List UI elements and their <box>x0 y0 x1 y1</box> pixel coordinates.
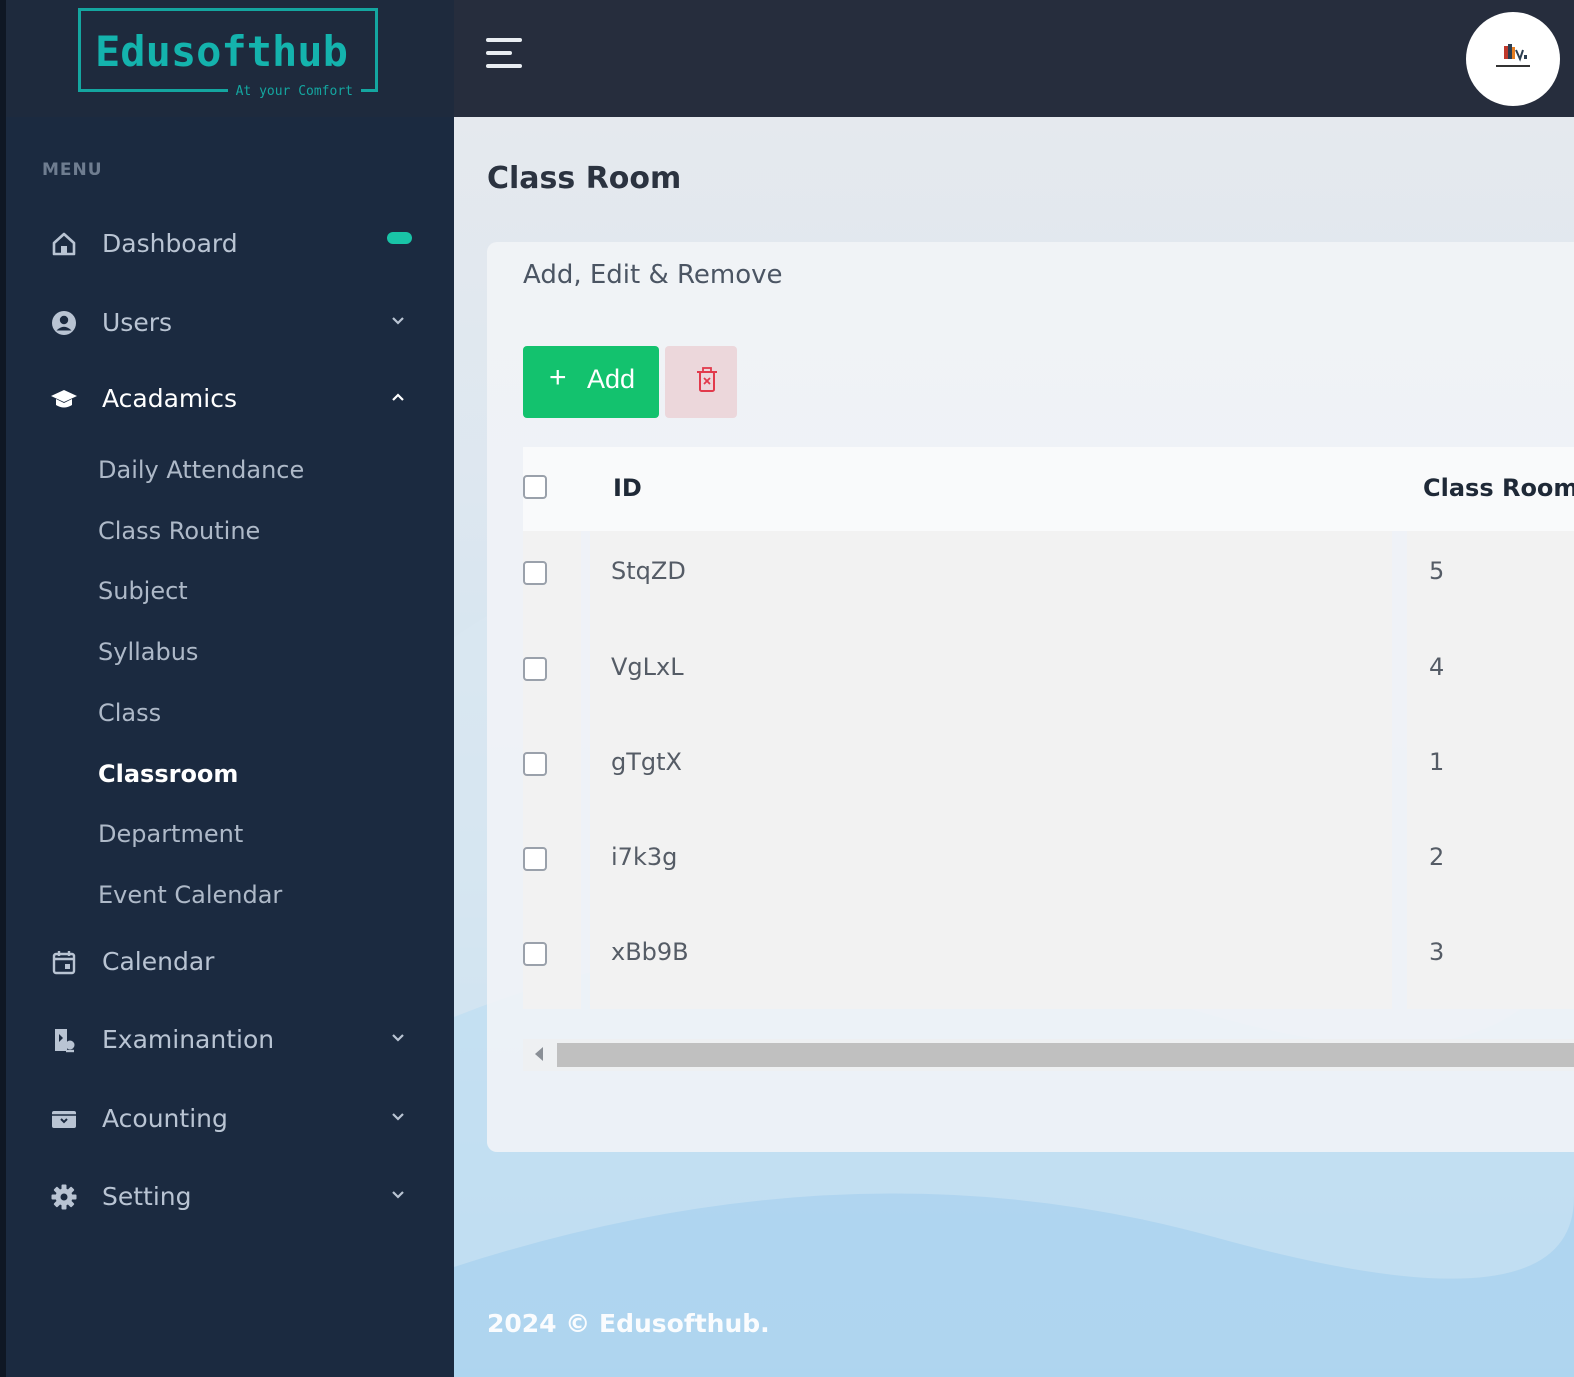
table-row[interactable]: StqZD 5 <box>523 529 1574 625</box>
select-all-checkbox[interactable] <box>523 475 547 499</box>
add-button-label: Add <box>587 364 636 394</box>
table-header: ID Class Room <box>523 447 1574 531</box>
page-title: Class Room <box>487 161 682 196</box>
cell-id: StqZD <box>611 557 686 585</box>
calendar-icon <box>52 951 76 975</box>
status-badge <box>387 232 412 244</box>
sidebar: Edusofthub At your Comfort MENU Dashboar… <box>6 0 454 1377</box>
gear-icon <box>51 1184 77 1210</box>
cell-classroom: 3 <box>1429 938 1445 966</box>
logo-tagline: At your Comfort <box>227 84 361 99</box>
sidebar-item-calendar[interactable]: Calendar <box>6 934 454 990</box>
sidebar-item-acadamics[interactable]: Acadamics <box>6 371 454 427</box>
table-row[interactable]: gTgtX 1 <box>523 720 1574 816</box>
sidebar-item-examinantion[interactable]: Examinantion <box>6 1012 454 1068</box>
sidebar-item-users[interactable]: Users <box>6 295 454 351</box>
sidebar-item-label: Calendar <box>102 947 215 976</box>
home-icon <box>52 232 76 256</box>
trash-icon <box>697 367 717 392</box>
sidebar-subitem-subject[interactable]: Subject <box>98 577 188 605</box>
row-checkbox[interactable] <box>523 657 547 681</box>
sidebar-subitem-event-calendar[interactable]: Event Calendar <box>98 881 282 909</box>
topbar <box>454 0 1574 117</box>
sidebar-subitem-daily-attendance[interactable]: Daily Attendance <box>98 456 304 484</box>
sidebar-subitem-class[interactable]: Class <box>98 699 161 727</box>
exam-icon <box>55 1029 75 1053</box>
plus-icon: + <box>549 361 567 394</box>
chevron-down-icon <box>392 1113 404 1121</box>
cell-id: gTgtX <box>611 748 682 776</box>
sidebar-item-acounting[interactable]: Acounting <box>6 1091 454 1147</box>
chevron-down-icon <box>392 1034 404 1042</box>
hamburger-menu-icon[interactable] <box>486 38 522 70</box>
sidebar-item-setting[interactable]: Setting <box>6 1169 454 1225</box>
chevron-down-icon <box>392 317 404 325</box>
table-row[interactable]: VgLxL 4 <box>523 625 1574 721</box>
avatar[interactable] <box>1466 12 1560 106</box>
row-checkbox[interactable] <box>523 847 547 871</box>
logo-text: Edusofthub <box>95 27 348 76</box>
classroom-card: Add, Edit & Remove + Add ID Class Room S… <box>487 242 1574 1152</box>
user-circle-icon <box>52 311 76 335</box>
sidebar-item-label: Acadamics <box>102 384 237 413</box>
delete-button[interactable] <box>665 346 737 418</box>
cell-id: i7k3g <box>611 843 678 871</box>
row-checkbox[interactable] <box>523 752 547 776</box>
cell-classroom: 2 <box>1429 843 1445 871</box>
column-header-classroom[interactable]: Class Room <box>1423 474 1574 502</box>
card-subtitle: Add, Edit & Remove <box>523 260 783 290</box>
sidebar-subitem-department[interactable]: Department <box>98 820 243 848</box>
sidebar-item-label: Examinantion <box>102 1025 275 1054</box>
sidebar-subitem-syllabus[interactable]: Syllabus <box>98 638 198 666</box>
add-button[interactable]: + Add <box>523 346 659 418</box>
footer-text: 2024 © Edusofthub. <box>487 1309 770 1338</box>
sidebar-item-label: Setting <box>102 1182 192 1211</box>
sidebar-item-label: Acounting <box>102 1104 228 1133</box>
scroll-left-icon[interactable] <box>535 1047 543 1061</box>
sidebar-item-dashboard[interactable]: Dashboard <box>6 216 454 272</box>
menu-heading: MENU <box>42 160 103 180</box>
avatar-logo-icon <box>1496 44 1530 67</box>
graduation-cap-icon <box>51 390 77 408</box>
scrollbar-thumb[interactable] <box>557 1043 1574 1067</box>
brand-area: Edusofthub At your Comfort <box>6 0 454 117</box>
main-content: Class Room Add, Edit & Remove + Add ID C… <box>454 117 1574 1377</box>
row-checkbox[interactable] <box>523 942 547 966</box>
row-checkbox[interactable] <box>523 561 547 585</box>
horizontal-scrollbar[interactable] <box>523 1039 1574 1071</box>
cell-classroom: 4 <box>1429 653 1445 681</box>
sidebar-item-label: Dashboard <box>102 229 238 258</box>
sidebar-item-label: Users <box>102 308 173 337</box>
column-header-id[interactable]: ID <box>613 474 642 502</box>
chevron-down-icon <box>392 1191 404 1199</box>
cell-classroom: 1 <box>1429 748 1445 776</box>
sidebar-subitem-class-routine[interactable]: Class Routine <box>98 517 260 545</box>
logo[interactable]: Edusofthub At your Comfort <box>78 8 378 99</box>
sidebar-subitem-classroom[interactable]: Classroom <box>98 760 238 788</box>
cell-id: VgLxL <box>611 653 684 681</box>
table-row[interactable]: i7k3g 2 <box>523 815 1574 911</box>
cell-classroom: 5 <box>1429 557 1445 585</box>
table-row[interactable]: xBb9B 3 <box>523 910 1574 1006</box>
archive-icon <box>52 1111 76 1128</box>
chevron-up-icon <box>392 393 404 401</box>
cell-id: xBb9B <box>611 938 689 966</box>
